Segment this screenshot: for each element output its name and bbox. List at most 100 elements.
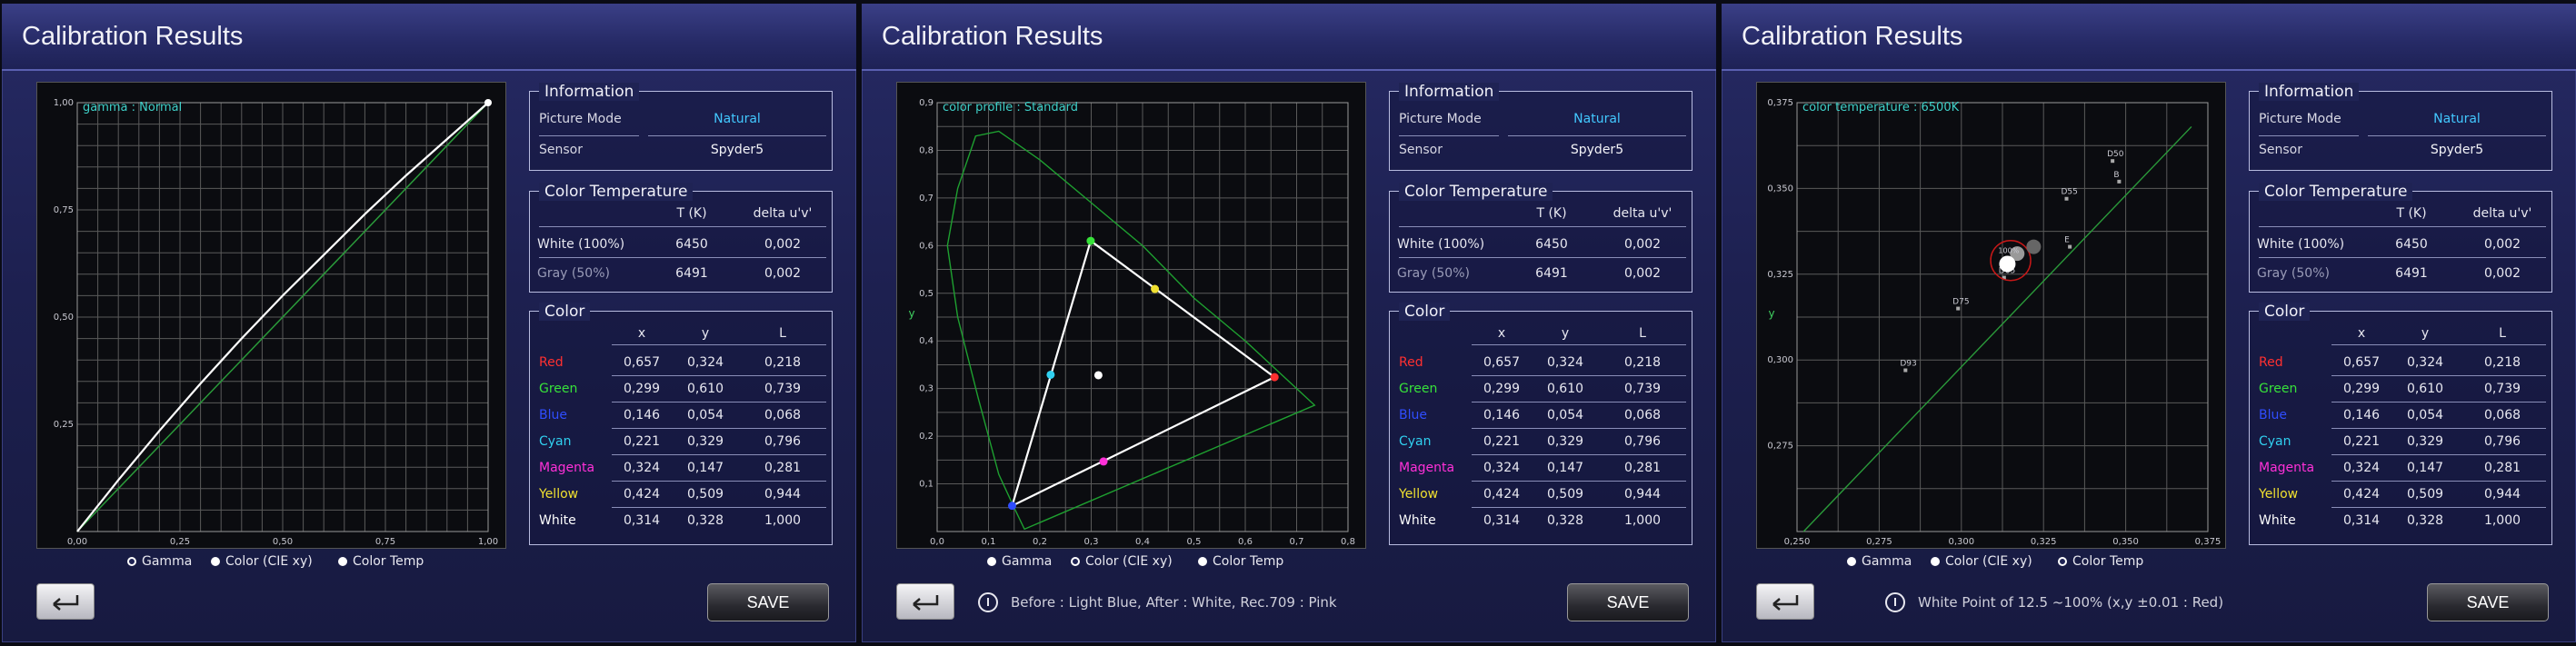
x-tick-label: 0,3 bbox=[1084, 537, 1099, 547]
save-button[interactable]: SAVE bbox=[2427, 583, 2549, 621]
radio-cie-xy[interactable]: Color (CIE xy) bbox=[1071, 554, 1173, 569]
divider bbox=[539, 226, 826, 227]
color-label-yellow: Yellow bbox=[2259, 487, 2299, 502]
header-x: x bbox=[1497, 326, 1506, 341]
color-panel: Color x y L Red 0,657 0,324 0,218 Green 0,299… bbox=[1389, 303, 1692, 545]
radio-dot-icon bbox=[338, 557, 347, 566]
y-tick-label: 0,275 bbox=[1767, 442, 1793, 452]
y-tick-label: 0,375 bbox=[1767, 98, 1793, 108]
save-button[interactable]: SAVE bbox=[707, 583, 829, 621]
header-temperature: T (K) bbox=[2396, 206, 2427, 221]
radio-color-temp[interactable]: Color Temp bbox=[338, 554, 424, 569]
x-tick-label: 1,00 bbox=[478, 537, 498, 547]
x-tick-label: 0,275 bbox=[1866, 537, 1892, 547]
divider bbox=[2331, 481, 2546, 482]
chart-mode-selector: Gamma Color (CIE xy) Color Temp bbox=[1722, 554, 2576, 572]
radio-dot-icon bbox=[1198, 557, 1207, 566]
divider bbox=[539, 135, 639, 136]
y-tick-label: 0,7 bbox=[919, 194, 934, 204]
locus-label: D93 bbox=[1900, 360, 1916, 369]
radio-label: Color Temp bbox=[2072, 554, 2144, 569]
locus-label: D55 bbox=[2062, 188, 2078, 197]
color-l-value: 0,218 bbox=[1623, 355, 1662, 370]
color-x-value: 0,657 bbox=[1483, 355, 1521, 370]
divider bbox=[2259, 135, 2359, 136]
divider bbox=[612, 507, 826, 508]
white-100-label: White (100%) bbox=[2257, 237, 2345, 252]
x-tick-label: 0,375 bbox=[2195, 537, 2222, 547]
color-x-value: 0,424 bbox=[623, 487, 661, 502]
color-y-value: 0,610 bbox=[2406, 382, 2444, 396]
color-x-value: 0,324 bbox=[623, 461, 661, 475]
information-panel: Information Picture Mode Natural Sensor … bbox=[529, 83, 833, 171]
page-title: Calibration Results bbox=[22, 22, 244, 51]
color-y-value: 0,324 bbox=[2406, 355, 2444, 370]
x-axis-label: x bbox=[1999, 545, 2005, 548]
back-button[interactable] bbox=[896, 583, 954, 620]
radio-label: Color Temp bbox=[353, 554, 424, 569]
color-x-value: 0,146 bbox=[1483, 408, 1521, 422]
x-tick-label: 0,325 bbox=[2031, 537, 2057, 547]
divider bbox=[2331, 428, 2546, 429]
divider bbox=[612, 344, 826, 345]
radio-label: Gamma bbox=[1862, 554, 1912, 569]
gamma-endpoint bbox=[484, 99, 492, 106]
y-tick-label: 0,25 bbox=[54, 420, 74, 430]
information-title: Information bbox=[2259, 83, 2360, 101]
header-delta: delta u'v' bbox=[1612, 206, 1672, 221]
x-tick-label: 0,8 bbox=[1341, 537, 1355, 547]
radio-dot-icon bbox=[211, 557, 220, 566]
chart-svg: 0,00 0,25 0,50 0,75 1,00 0,25 0,50 0,75 1,00 bbox=[54, 98, 498, 547]
color-title: Color bbox=[539, 303, 591, 321]
radio-dot-icon bbox=[1847, 557, 1856, 566]
radio-gamma[interactable]: Gamma bbox=[987, 554, 1052, 569]
radio-cie-xy[interactable]: Color (CIE xy) bbox=[1931, 554, 2032, 569]
white-100-label: White (100%) bbox=[1397, 237, 1485, 252]
color-x-value: 0,657 bbox=[623, 355, 661, 370]
divider bbox=[1399, 226, 1686, 227]
color-y-value: 0,324 bbox=[686, 355, 724, 370]
color-l-value: 1,000 bbox=[1623, 513, 1662, 528]
back-button[interactable] bbox=[36, 583, 95, 620]
color-y-value: 0,054 bbox=[2406, 408, 2444, 422]
header-temperature: T (K) bbox=[1536, 206, 1567, 221]
radio-gamma[interactable]: Gamma bbox=[1847, 554, 1912, 569]
header-l: L bbox=[1639, 326, 1646, 341]
color-l-value: 0,739 bbox=[764, 382, 802, 396]
color-label-cyan: Cyan bbox=[2259, 434, 2291, 449]
divider bbox=[1472, 507, 1686, 508]
locus-marker bbox=[2068, 244, 2072, 249]
radio-color-temp[interactable]: Color Temp bbox=[1198, 554, 1283, 569]
color-y-value: 0,610 bbox=[1546, 382, 1584, 396]
color-l-value: 1,000 bbox=[2483, 513, 2521, 528]
y-tick-label: 0,8 bbox=[919, 145, 934, 155]
color-label-cyan: Cyan bbox=[539, 434, 572, 449]
color-label-blue: Blue bbox=[539, 408, 567, 422]
radio-color-temp[interactable]: Color Temp bbox=[2058, 554, 2143, 569]
header-x: x bbox=[637, 326, 646, 341]
x-tick-label: 0,5 bbox=[1187, 537, 1202, 547]
return-arrow-icon bbox=[1772, 595, 1799, 611]
color-temperature-panel: Color Temperature T (K) delta u'v' White… bbox=[529, 183, 833, 293]
color-x-value: 0,324 bbox=[1483, 461, 1521, 475]
chart-svg: 0,250 0,275 0,300 0,325 0,350 0,375 0,275 0,300… bbox=[1767, 98, 2222, 548]
color-y-value: 0,328 bbox=[2406, 513, 2444, 528]
info-circle-icon bbox=[1885, 592, 1905, 612]
color-label-green: Green bbox=[539, 382, 578, 396]
back-button[interactable] bbox=[1756, 583, 1814, 620]
chart-note: Before : Light Blue, After : White, Rec.… bbox=[978, 592, 1337, 612]
locus-marker bbox=[1956, 306, 1961, 311]
chart-area: 0,00 0,25 0,50 0,75 1,00 0,25 0,50 0,75 1,00 gam… bbox=[36, 82, 506, 549]
gray-50-temperature: 6491 bbox=[2395, 266, 2428, 281]
color-temperature-title: Color Temperature bbox=[1399, 183, 1553, 201]
header-l: L bbox=[779, 326, 786, 341]
color-l-value: 0,944 bbox=[2483, 487, 2521, 502]
x-tick-label: 0,75 bbox=[375, 537, 395, 547]
save-button[interactable]: SAVE bbox=[1567, 583, 1689, 621]
picture-mode-label: Picture Mode bbox=[1399, 112, 1482, 126]
color-x-value: 0,424 bbox=[1483, 487, 1521, 502]
radio-gamma[interactable]: Gamma bbox=[127, 554, 192, 569]
divider bbox=[2259, 226, 2546, 227]
radio-cie-xy[interactable]: Color (CIE xy) bbox=[211, 554, 313, 569]
divider bbox=[612, 402, 826, 403]
